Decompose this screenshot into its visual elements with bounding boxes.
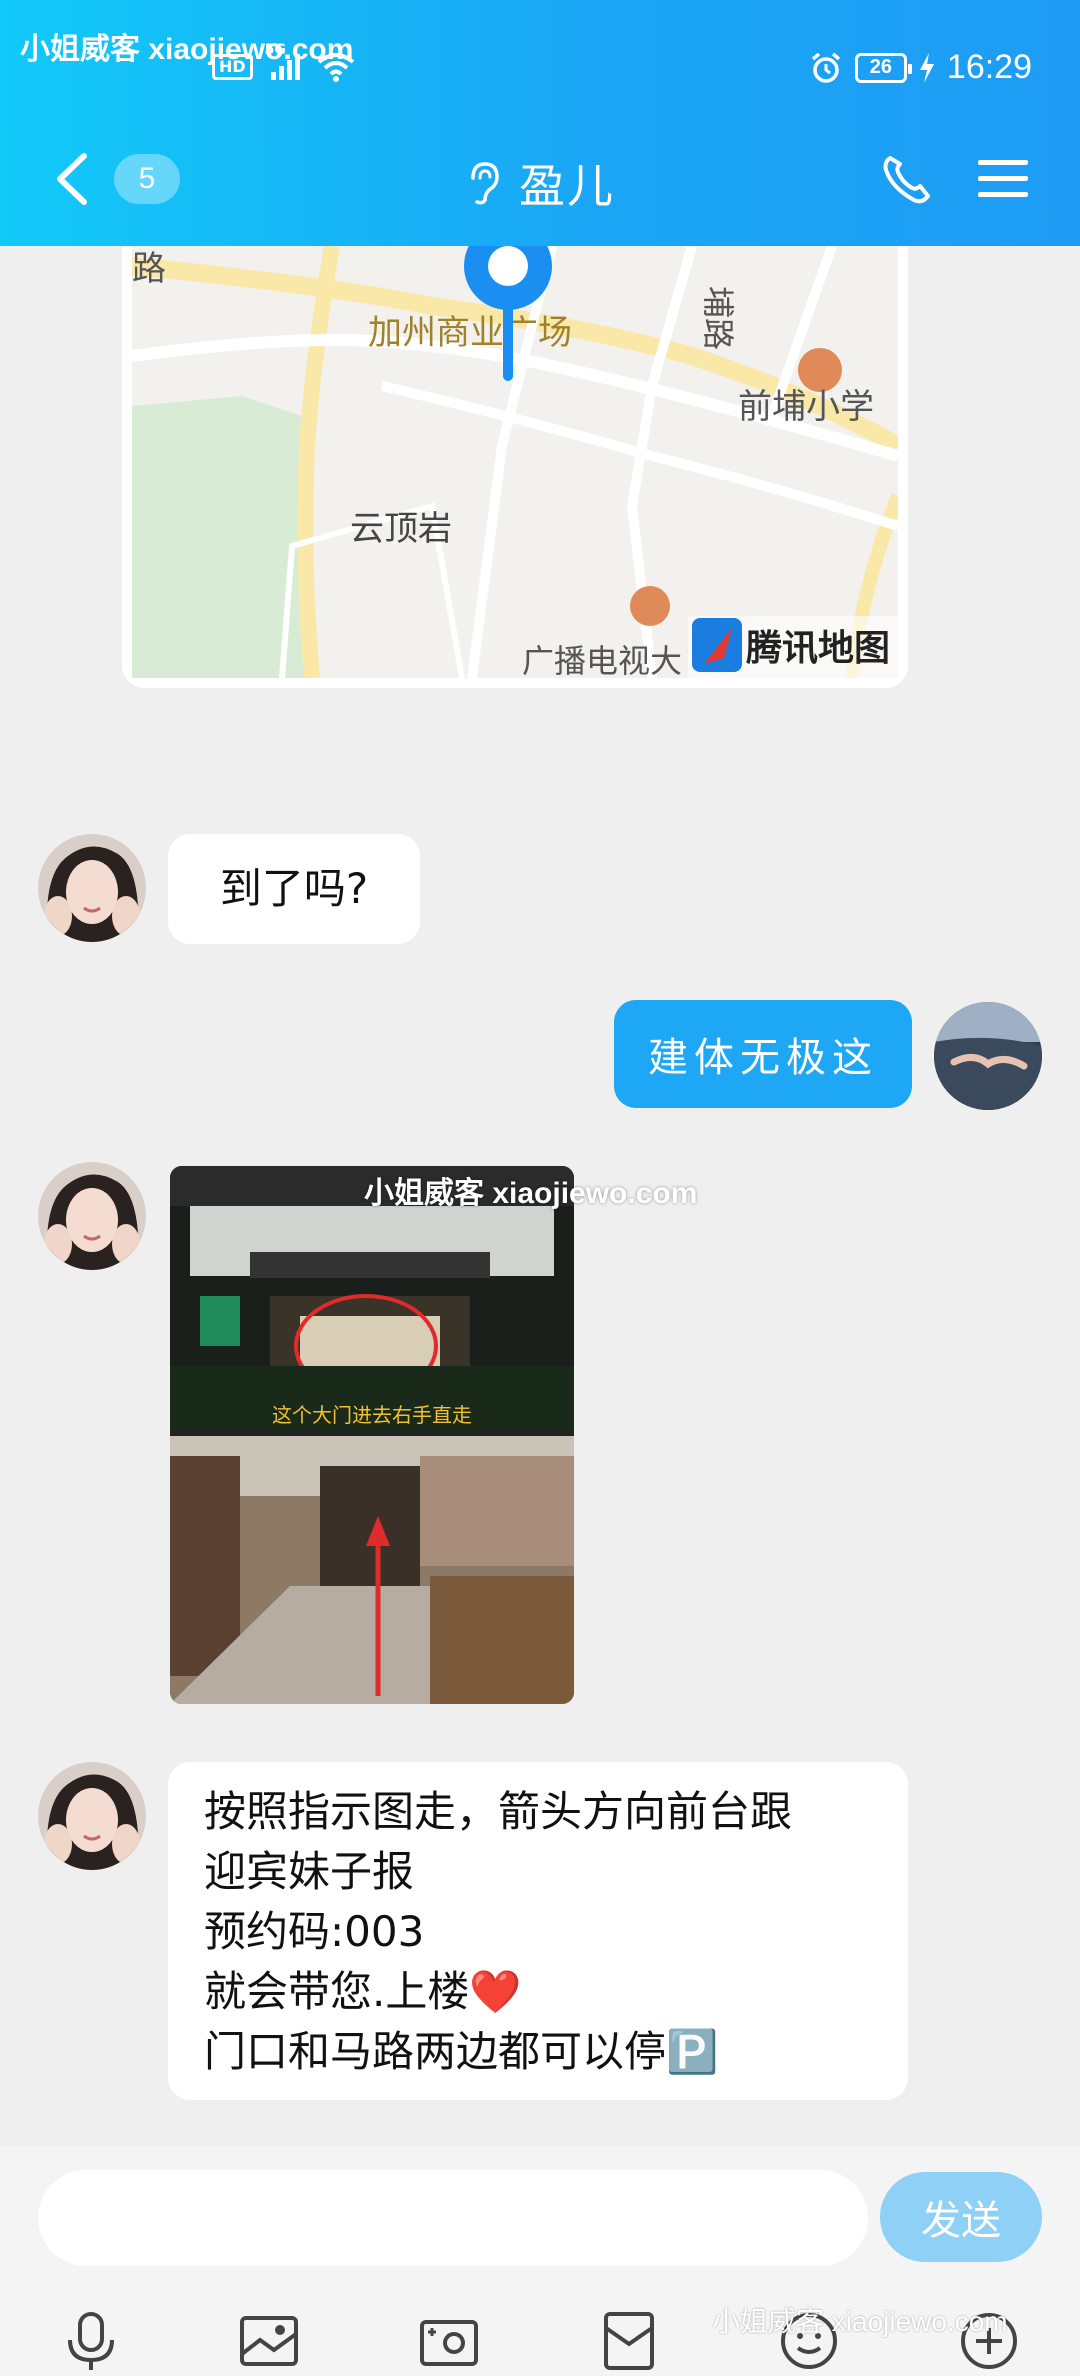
image-watermark: 小姐威客 xiaojiewo.com [364, 1177, 698, 1210]
message-line: 门口和马路两边都可以停🅿️ [204, 2027, 719, 2076]
message-bubble-incoming[interactable]: 到了吗? [168, 834, 420, 944]
image-caption: 这个大门进去右手直走 [272, 1403, 472, 1427]
message-line: 预约码:003 [204, 1907, 425, 1956]
storefront-photo: 这个大门进去右手直走 [170, 1166, 574, 1704]
message-text: 建体无极这 [648, 1035, 878, 1081]
send-button[interactable]: 发送 [880, 2172, 1042, 2262]
earpiece-mode-icon [471, 162, 499, 205]
map-label-broadcast: 广播电视大 [522, 642, 682, 678]
network-type-label: 5G [264, 42, 286, 58]
watermark-text: 小姐威客 xiaojiewo.com [712, 2306, 1008, 2337]
message-line: 迎宾妹子报 [204, 1847, 415, 1896]
map-image: 路 埔路 加州商业广场 前埔小学 云顶岩 广播电视大 腾讯地图 [132, 246, 898, 678]
message-text: 到了吗? [219, 864, 369, 913]
contact-name-title: 盈儿 [519, 159, 615, 213]
menu-icon[interactable] [976, 156, 1030, 202]
message-input[interactable] [38, 2170, 868, 2266]
map-brand-label: 腾讯地图 [746, 628, 890, 669]
microphone-icon[interactable] [60, 2310, 122, 2372]
contact-avatar[interactable] [38, 834, 146, 942]
wifi-icon [317, 53, 354, 82]
contact-avatar[interactable] [38, 1762, 146, 1870]
camera-icon[interactable] [418, 2310, 480, 2372]
message-bubble-outgoing[interactable]: 建体无极这 [614, 1000, 912, 1108]
phone-call-icon[interactable] [880, 152, 934, 206]
map-label-school: 前埔小学 [738, 387, 874, 427]
image-icon[interactable] [238, 2310, 300, 2372]
message-line: 就会带您.上楼❤️ [204, 1967, 522, 2016]
red-packet-icon[interactable] [598, 2310, 660, 2372]
map-label-road-right: 埔路 [699, 286, 737, 350]
signal-icon: 5G [265, 42, 305, 82]
alarm-icon [811, 52, 841, 83]
hd-icon: HD [212, 54, 253, 80]
image-message[interactable]: 这个大门进去右手直走 [170, 1166, 574, 1704]
clock-time: 16:29 [946, 48, 1032, 86]
status-icons-right: 26 16:29 [809, 48, 1032, 87]
map-label-road-left: 路 [132, 249, 166, 289]
input-bar: 发送 [0, 2146, 1080, 2376]
message-bubble-incoming[interactable]: 按照指示图走，箭头方向前台跟 迎宾妹子报 预约码:003 就会带您.上楼❤️ 门… [168, 1762, 908, 2100]
charging-icon [919, 52, 934, 83]
location-map-card[interactable]: 路 埔路 加州商业广场 前埔小学 云顶岩 广播电视大 腾讯地图 [122, 246, 908, 688]
map-label-plaza: 加州商业广场 [368, 313, 572, 353]
map-label-yunding: 云顶岩 [350, 509, 452, 549]
contact-avatar[interactable] [38, 1162, 146, 1270]
battery-indicator: 26 [854, 52, 912, 83]
chat-header: 小姐威客 xiaojiewo.com HD 5G 26 16:29 5 盈儿 [0, 0, 1080, 246]
my-avatar[interactable] [934, 1002, 1042, 1110]
status-icons-left: HD 5G [212, 42, 355, 82]
message-line: 按照指示图走，箭头方向前台跟 [204, 1787, 793, 1836]
